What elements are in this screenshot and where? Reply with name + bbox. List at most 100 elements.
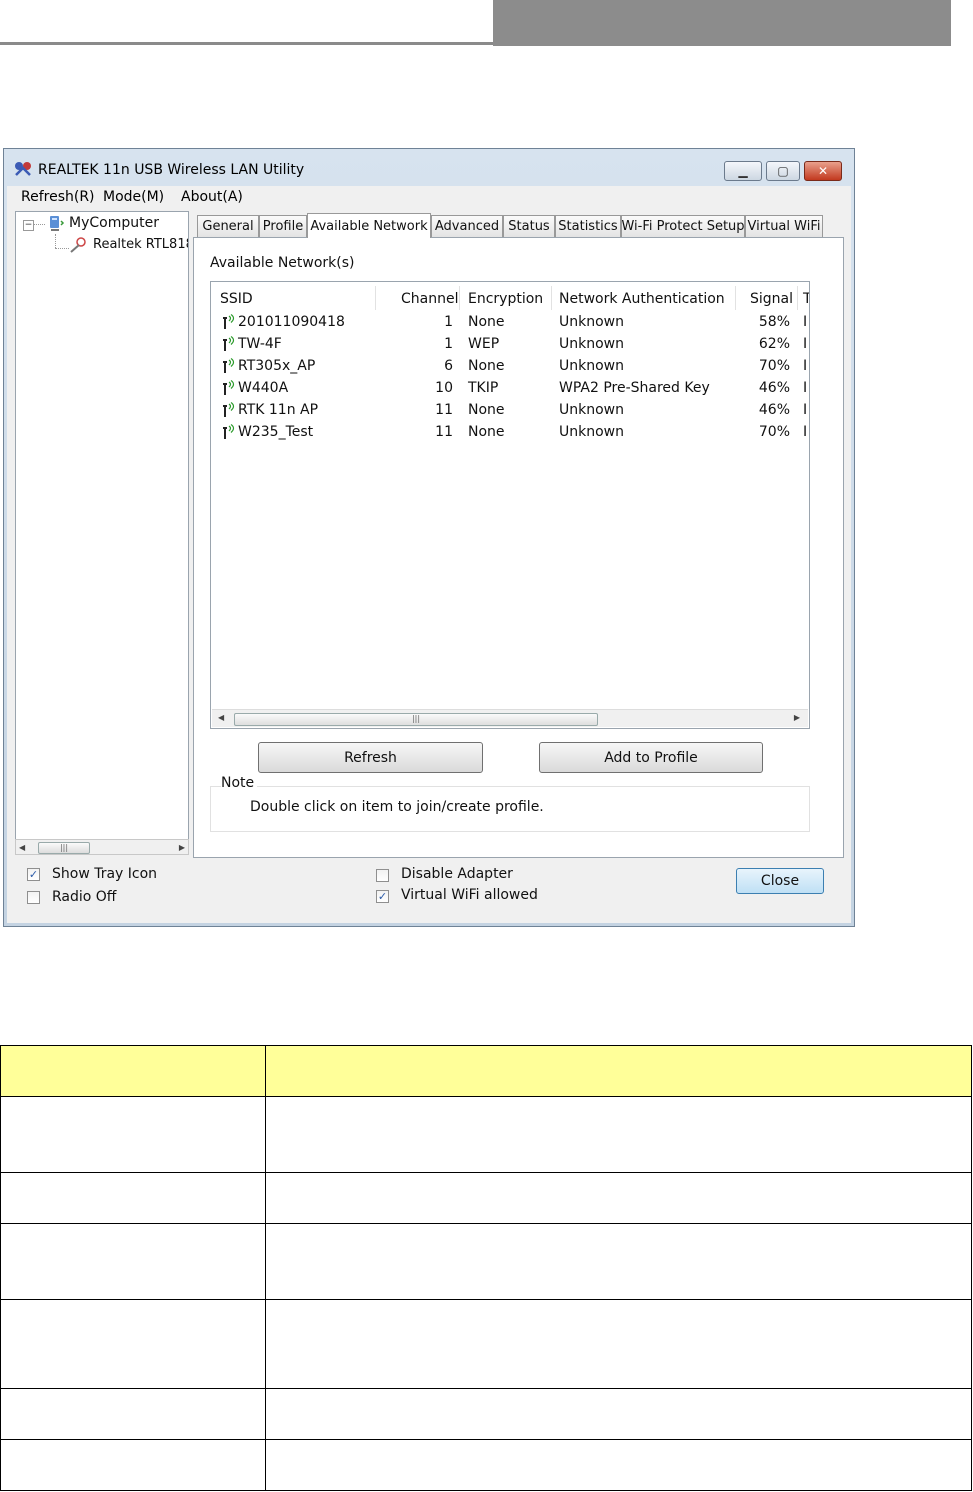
table-cell xyxy=(265,1223,972,1300)
maximize-button[interactable]: ▢ xyxy=(766,161,800,181)
minimize-icon: ▁ xyxy=(738,164,748,178)
cell-channel: 1 xyxy=(444,314,453,330)
column-channel[interactable]: Channel xyxy=(401,291,458,307)
table-cell xyxy=(0,1388,266,1440)
scroll-right-icon[interactable]: ▶ xyxy=(179,843,185,852)
scroll-right-icon[interactable]: ▶ xyxy=(794,713,800,722)
virtual-wifi-allowed-label: Virtual WiFi allowed xyxy=(401,887,538,903)
cell-channel: 1 xyxy=(444,336,453,352)
device-tree: − MyComputer Realtek RTL818 xyxy=(15,211,189,855)
tab-wifi-protect-setup[interactable]: Wi-Fi Protect Setup xyxy=(621,215,745,237)
network-row[interactable]: TW-4F 1 WEP Unknown 62% I xyxy=(211,334,809,356)
cell-encryption: None xyxy=(468,402,505,418)
menu-mode[interactable]: Mode(M) xyxy=(103,189,164,205)
virtual-wifi-allowed-checkbox[interactable]: ✓ xyxy=(376,890,389,903)
cell-channel: 11 xyxy=(435,402,453,418)
cell-signal: 62% xyxy=(758,336,790,352)
network-row[interactable]: 201011090418 1 None Unknown 58% I xyxy=(211,312,809,334)
description-table xyxy=(0,1045,972,1491)
menu-refresh[interactable]: Refresh(R) xyxy=(21,189,95,205)
disable-adapter-checkbox[interactable] xyxy=(376,869,389,882)
wireless-signal-icon xyxy=(223,358,235,373)
radio-off-checkbox[interactable] xyxy=(27,891,40,904)
column-type[interactable]: T xyxy=(803,291,809,307)
tab-available-network[interactable]: Available Network xyxy=(307,213,431,238)
refresh-button[interactable]: Refresh xyxy=(258,742,483,773)
network-row[interactable]: W235_Test 11 None Unknown 70% I xyxy=(211,422,809,444)
cell-encryption: None xyxy=(468,314,505,330)
cell-channel: 6 xyxy=(444,358,453,374)
column-separator xyxy=(735,286,736,310)
scroll-thumb[interactable]: ||| xyxy=(234,713,598,726)
tab-profile[interactable]: Profile xyxy=(259,215,307,237)
cell-ssid: W235_Test xyxy=(238,424,314,440)
cell-type: I xyxy=(803,424,808,440)
minimize-button[interactable]: ▁ xyxy=(724,161,762,181)
column-network-authentication[interactable]: Network Authentication xyxy=(559,291,725,307)
column-encryption[interactable]: Encryption xyxy=(468,291,543,307)
cell-encryption: WEP xyxy=(468,336,500,352)
cell-signal: 70% xyxy=(758,424,790,440)
close-window-button[interactable]: ✕ xyxy=(804,161,842,181)
cell-type: I xyxy=(803,314,808,330)
cell-type: I xyxy=(803,336,808,352)
available-network-panel: Available Network(s) SSID Channel Encryp… xyxy=(193,237,844,858)
table-cell xyxy=(0,1172,266,1224)
wireless-signal-icon xyxy=(223,424,235,439)
table-header-cell xyxy=(265,1045,972,1097)
tab-advanced[interactable]: Advanced xyxy=(431,215,503,237)
table-cell xyxy=(265,1299,972,1389)
note-title: Note xyxy=(221,775,258,791)
window-title: REALTEK 11n USB Wireless LAN Utility xyxy=(38,162,305,178)
scroll-thumb[interactable]: ||| xyxy=(38,842,90,854)
show-tray-icon-checkbox[interactable]: ✓ xyxy=(27,868,40,881)
column-separator xyxy=(797,286,798,310)
tree-connector xyxy=(33,224,45,225)
maximize-icon: ▢ xyxy=(777,164,789,178)
tab-status[interactable]: Status xyxy=(503,215,555,237)
column-ssid[interactable]: SSID xyxy=(220,291,253,307)
table-cell xyxy=(265,1096,972,1173)
add-to-profile-button[interactable]: Add to Profile xyxy=(539,742,763,773)
close-icon: ✕ xyxy=(817,164,829,178)
tab-virtual-wifi[interactable]: Virtual WiFi xyxy=(745,215,823,237)
cell-authentication: Unknown xyxy=(559,402,624,418)
network-list[interactable]: SSID Channel Encryption Network Authenti… xyxy=(210,281,810,729)
cell-ssid: RT305x_AP xyxy=(238,358,316,374)
tree-item-mycomputer[interactable]: MyComputer xyxy=(69,215,159,231)
cell-type: I xyxy=(803,402,808,418)
cell-encryption: None xyxy=(468,424,505,440)
wireless-signal-icon xyxy=(223,380,235,395)
table-row xyxy=(0,1096,972,1173)
menu-bar: Refresh(R) Mode(M) About(A) xyxy=(7,186,851,208)
cell-signal: 46% xyxy=(758,402,790,418)
page-header-bar xyxy=(493,0,951,46)
tab-general[interactable]: General xyxy=(197,215,259,237)
scroll-left-icon[interactable]: ◀ xyxy=(19,843,25,852)
cell-authentication: Unknown xyxy=(559,314,624,330)
tree-item-adapter[interactable]: Realtek RTL818 xyxy=(93,237,188,252)
tree-horizontal-scrollbar[interactable]: ◀ ||| ▶ xyxy=(15,839,189,855)
tab-statistics[interactable]: Statistics xyxy=(555,215,621,237)
network-row[interactable]: W440A 10 TKIP WPA2 Pre-Shared Key 46% I xyxy=(211,378,809,400)
wireless-signal-icon xyxy=(223,314,235,329)
close-button[interactable]: Close xyxy=(736,868,824,894)
table-cell xyxy=(0,1096,266,1173)
table-cell xyxy=(265,1172,972,1224)
scroll-left-icon[interactable]: ◀ xyxy=(218,713,224,722)
list-horizontal-scrollbar[interactable]: ◀ ||| ▶ xyxy=(212,709,808,727)
note-group: Note Double click on item to join/create… xyxy=(210,775,810,835)
network-row[interactable]: RTK 11n AP 11 None Unknown 46% I xyxy=(211,400,809,422)
cell-authentication: Unknown xyxy=(559,424,624,440)
column-separator xyxy=(375,286,376,310)
cell-signal: 58% xyxy=(758,314,790,330)
table-row xyxy=(0,1223,972,1300)
menu-about[interactable]: About(A) xyxy=(181,189,243,205)
network-row[interactable]: RT305x_AP 6 None Unknown 70% I xyxy=(211,356,809,378)
tree-collapse-icon[interactable]: − xyxy=(23,220,34,231)
cell-encryption: None xyxy=(468,358,505,374)
column-signal[interactable]: Signal xyxy=(750,291,793,307)
table-cell xyxy=(0,1223,266,1300)
cell-ssid: 201011090418 xyxy=(238,314,345,330)
disable-adapter-label: Disable Adapter xyxy=(401,866,513,882)
